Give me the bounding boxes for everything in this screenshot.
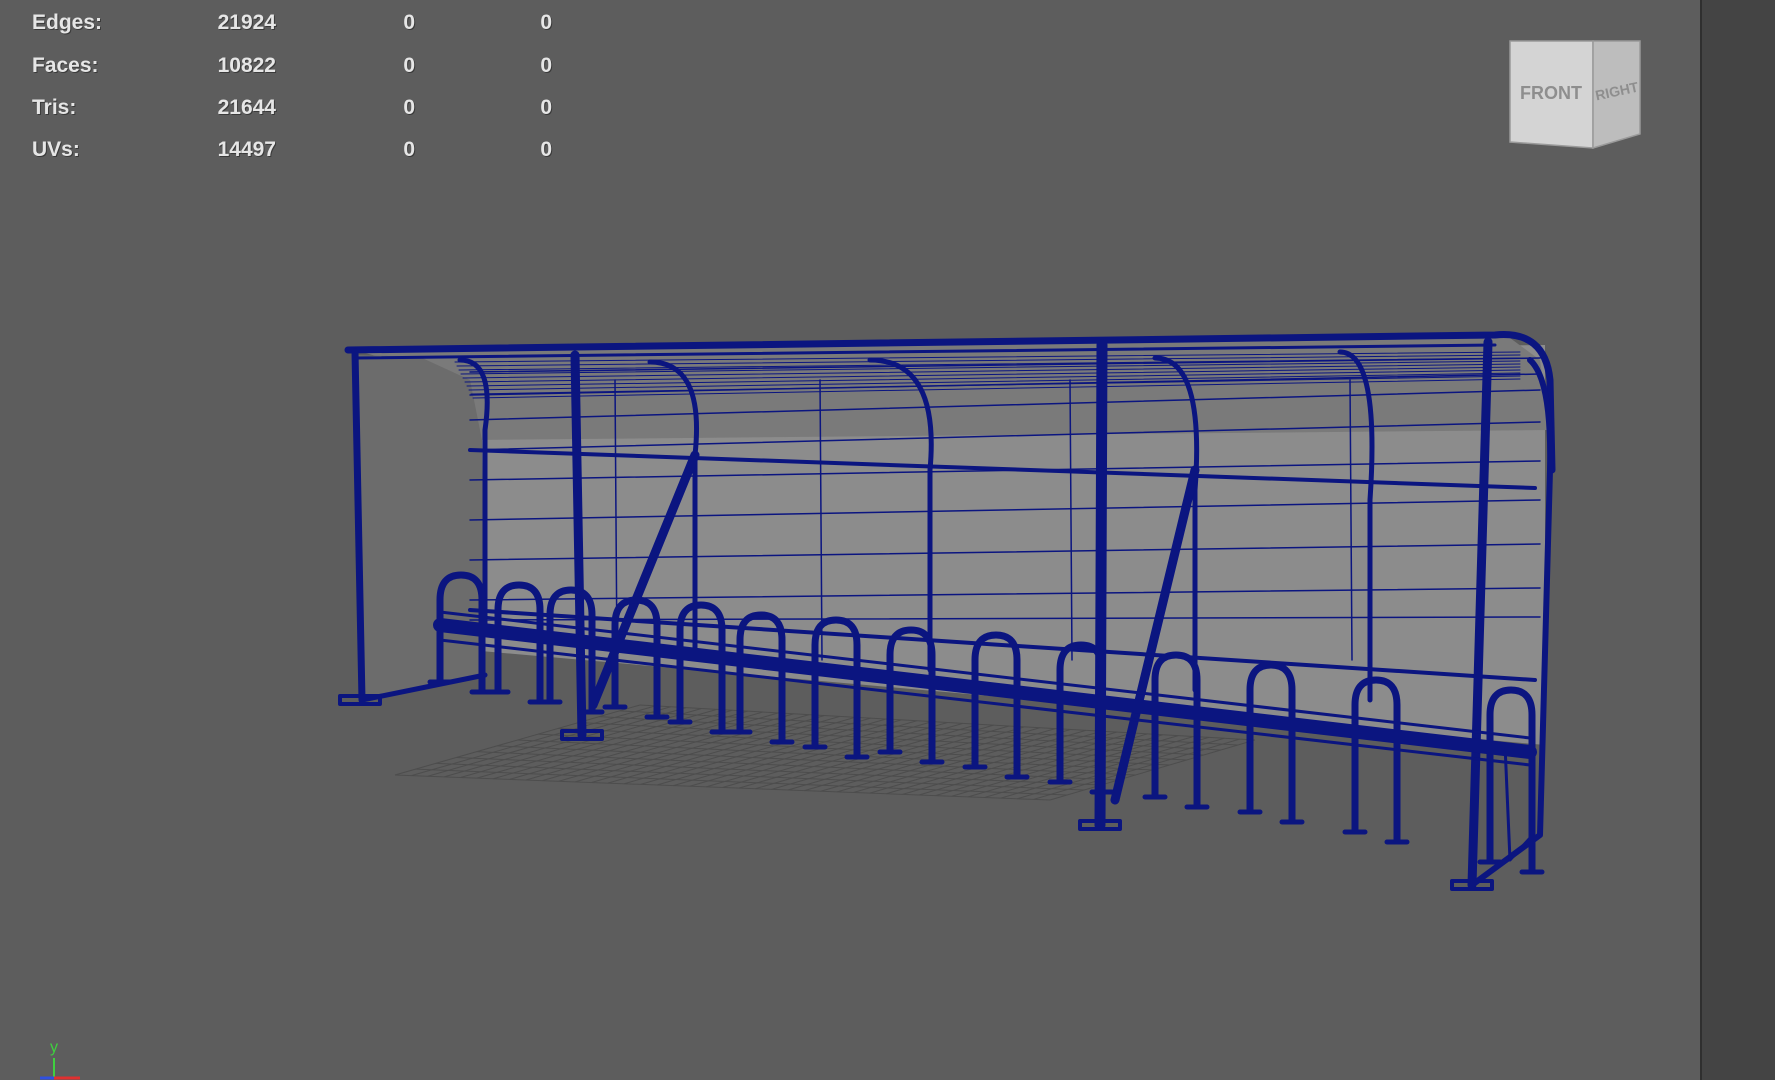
viewport-3d[interactable]: Edges: 21924 0 0 Faces: 10822 0 0 Tris: … [0,0,1700,1080]
bike-shelter-model[interactable] [0,0,1700,1080]
view-cube-front-face[interactable]: FRONT [1520,83,1582,103]
axis-gizmo: y [30,1030,100,1080]
y-axis-label: y [50,1039,58,1056]
right-panel-edge [1700,0,1775,1080]
shelter-side-panel [356,355,485,700]
view-cube[interactable]: FRONT RIGHT [1505,38,1645,150]
